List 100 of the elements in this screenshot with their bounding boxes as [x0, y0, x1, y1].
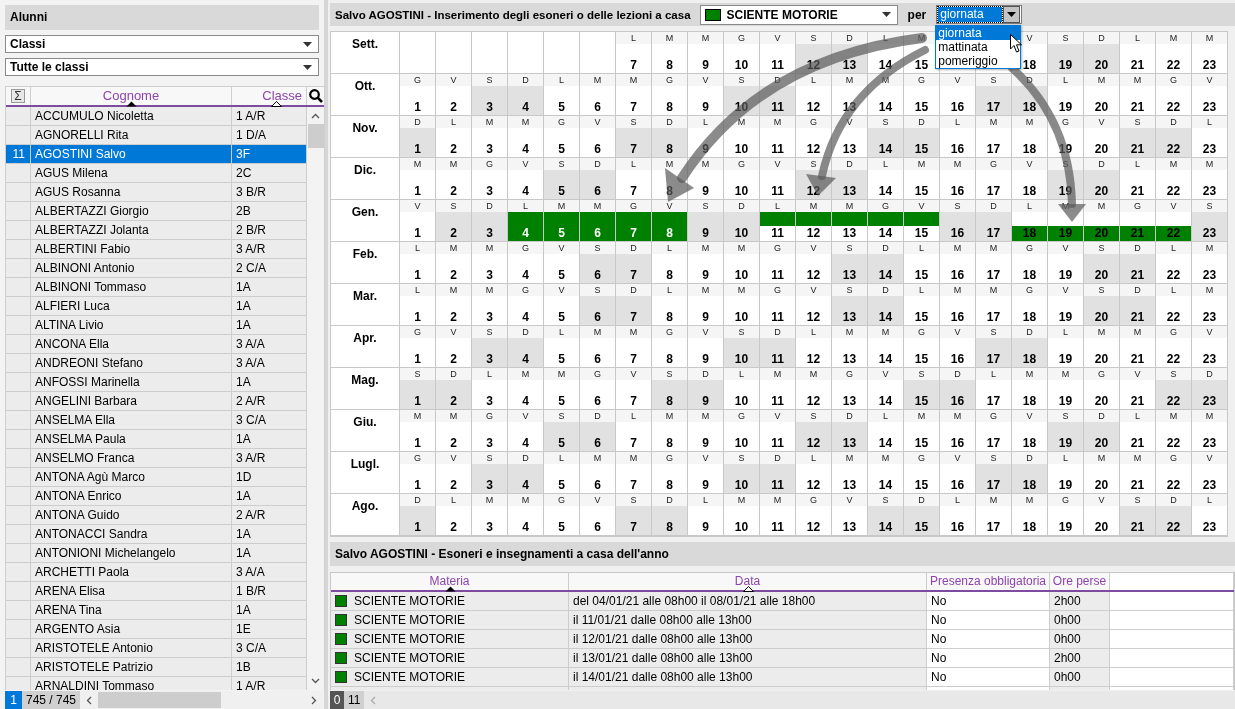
day-cell[interactable]: V 1: [400, 200, 436, 242]
day-cell[interactable]: S 14: [868, 116, 904, 158]
day-cell[interactable]: G 15: [904, 74, 940, 116]
day-cell[interactable]: D 21: [1120, 284, 1156, 326]
day-cell[interactable]: G 11: [760, 284, 796, 326]
day-cell[interactable]: M 21: [1120, 326, 1156, 368]
day-cell[interactable]: M 20: [1084, 74, 1120, 116]
day-cell[interactable]: M 6: [580, 326, 616, 368]
day-cell[interactable]: V 18: [1012, 410, 1048, 452]
day-cell[interactable]: L 5: [544, 74, 580, 116]
day-cell[interactable]: V 23: [1192, 452, 1228, 494]
student-row[interactable]: ARCHETTI Paola 3 A/A: [6, 563, 307, 582]
day-cell[interactable]: L 3: [472, 368, 508, 410]
day-cell[interactable]: L 5: [544, 452, 580, 494]
day-cell[interactable]: M 1: [400, 158, 436, 200]
day-cell[interactable]: D 11: [760, 326, 796, 368]
day-cell[interactable]: L 16: [940, 494, 976, 536]
day-cell[interactable]: L 22: [1156, 242, 1192, 284]
day-cell[interactable]: M 13: [832, 452, 868, 494]
day-cell[interactable]: M 15: [904, 158, 940, 200]
day-cell[interactable]: M 1: [400, 410, 436, 452]
day-cell[interactable]: D 13: [832, 410, 868, 452]
day-cell[interactable]: S 12: [796, 410, 832, 452]
vertical-scrollbar[interactable]: [307, 107, 324, 690]
day-cell[interactable]: D 15: [904, 116, 940, 158]
day-cell[interactable]: V 23: [1192, 326, 1228, 368]
student-row[interactable]: ARNALDINI Tommaso 1 A/R: [6, 677, 307, 690]
day-cell[interactable]: M 20: [1084, 200, 1120, 242]
day-cell[interactable]: M 3: [472, 494, 508, 536]
day-cell[interactable]: M 2: [436, 284, 472, 326]
student-row[interactable]: ARISTOTELE Patrizio 1B: [6, 658, 307, 677]
subject-dropdown[interactable]: SCIENTE MOTORIE: [699, 4, 898, 25]
day-cell[interactable]: M 3: [472, 242, 508, 284]
day-cell[interactable]: S 3: [472, 452, 508, 494]
student-row[interactable]: ALTINA Livio 1A: [6, 316, 307, 335]
day-cell[interactable]: G 8: [652, 74, 688, 116]
day-cell[interactable]: M 4: [508, 494, 544, 536]
student-row[interactable]: ARGENTO Asia 1E: [6, 620, 307, 639]
day-cell[interactable]: D 9: [688, 368, 724, 410]
student-row[interactable]: 11 AGOSTINI Salvo 3F: [6, 145, 307, 164]
day-cell[interactable]: G 7: [616, 200, 652, 242]
day-cell[interactable]: L 15: [904, 242, 940, 284]
day-cell[interactable]: S 5: [544, 158, 580, 200]
day-cell[interactable]: L 22: [1156, 284, 1192, 326]
day-cell[interactable]: V 19: [1048, 242, 1084, 284]
day-cell[interactable]: G 15: [904, 326, 940, 368]
day-cell[interactable]: M 6: [580, 74, 616, 116]
day-cell[interactable]: V 20: [1084, 494, 1120, 536]
day-cell[interactable]: L 9: [688, 494, 724, 536]
day-cell[interactable]: G 18: [1012, 284, 1048, 326]
day-cell[interactable]: L 4: [508, 200, 544, 242]
day-cell[interactable]: M 9: [688, 242, 724, 284]
student-row[interactable]: ANTONA Agù Marco 1D: [6, 468, 307, 487]
day-cell[interactable]: S 20: [1084, 242, 1120, 284]
day-cell[interactable]: G 1: [400, 326, 436, 368]
day-cell[interactable]: D 14: [868, 284, 904, 326]
day-cell[interactable]: V 4: [508, 410, 544, 452]
student-row[interactable]: ALFIERI Luca 1A: [6, 297, 307, 316]
day-cell[interactable]: M 21: [1120, 452, 1156, 494]
day-cell[interactable]: D 16: [940, 368, 976, 410]
day-cell[interactable]: M 7: [616, 74, 652, 116]
student-row[interactable]: AGUS Milena 2C: [6, 164, 307, 183]
student-row[interactable]: ANSELMA Ella 3 C/A: [6, 411, 307, 430]
day-cell[interactable]: G 5: [544, 116, 580, 158]
day-cell[interactable]: D 14: [868, 242, 904, 284]
day-cell[interactable]: S 19: [1048, 410, 1084, 452]
day-cell[interactable]: G 4: [508, 284, 544, 326]
day-cell[interactable]: V 9: [688, 452, 724, 494]
dropdown[interactable]: Tutte le classi: [5, 58, 319, 76]
day-cell[interactable]: D 4: [508, 452, 544, 494]
student-row[interactable]: ACCUMULO Nicoletta 1 A/R: [6, 107, 307, 126]
day-cell[interactable]: M 23: [1192, 242, 1228, 284]
day-cell[interactable]: L 2: [436, 494, 472, 536]
day-cell[interactable]: G 3: [472, 158, 508, 200]
student-row[interactable]: ANSELMA Paula 1A: [6, 430, 307, 449]
day-cell[interactable]: G 1: [400, 452, 436, 494]
day-cell[interactable]: V 14: [868, 368, 904, 410]
day-cell[interactable]: V 2: [436, 452, 472, 494]
student-row[interactable]: AGNORELLI Rita 1 D/A: [6, 126, 307, 145]
day-cell[interactable]: M 16: [940, 158, 976, 200]
student-row[interactable]: ANDREONI Stefano 3 A/A: [6, 354, 307, 373]
day-cell[interactable]: V 20: [1084, 116, 1120, 158]
day-cell[interactable]: L 8: [652, 242, 688, 284]
day-cell[interactable]: M 15: [904, 410, 940, 452]
day-cell[interactable]: M 9: [688, 410, 724, 452]
day-cell[interactable]: D 2: [436, 368, 472, 410]
day-cell[interactable]: D 3: [472, 200, 508, 242]
day-cell[interactable]: M 16: [940, 410, 976, 452]
period-dropdown[interactable]: giornata: [936, 5, 1023, 24]
day-cell[interactable]: V 4: [508, 158, 544, 200]
day-cell[interactable]: M 10: [724, 494, 760, 536]
day-cell[interactable]: L 16: [940, 116, 976, 158]
day-cell[interactable]: L 18: [1012, 200, 1048, 242]
day-cell[interactable]: D 20: [1084, 32, 1120, 74]
day-cell[interactable]: L 17: [976, 368, 1012, 410]
page-number[interactable]: 0: [330, 691, 344, 709]
day-cell[interactable]: G 8: [652, 326, 688, 368]
day-cell[interactable]: M 2: [436, 410, 472, 452]
student-row[interactable]: ALBERTAZZI Giorgio 2B: [6, 202, 307, 221]
day-cell[interactable]: G 19: [1048, 494, 1084, 536]
